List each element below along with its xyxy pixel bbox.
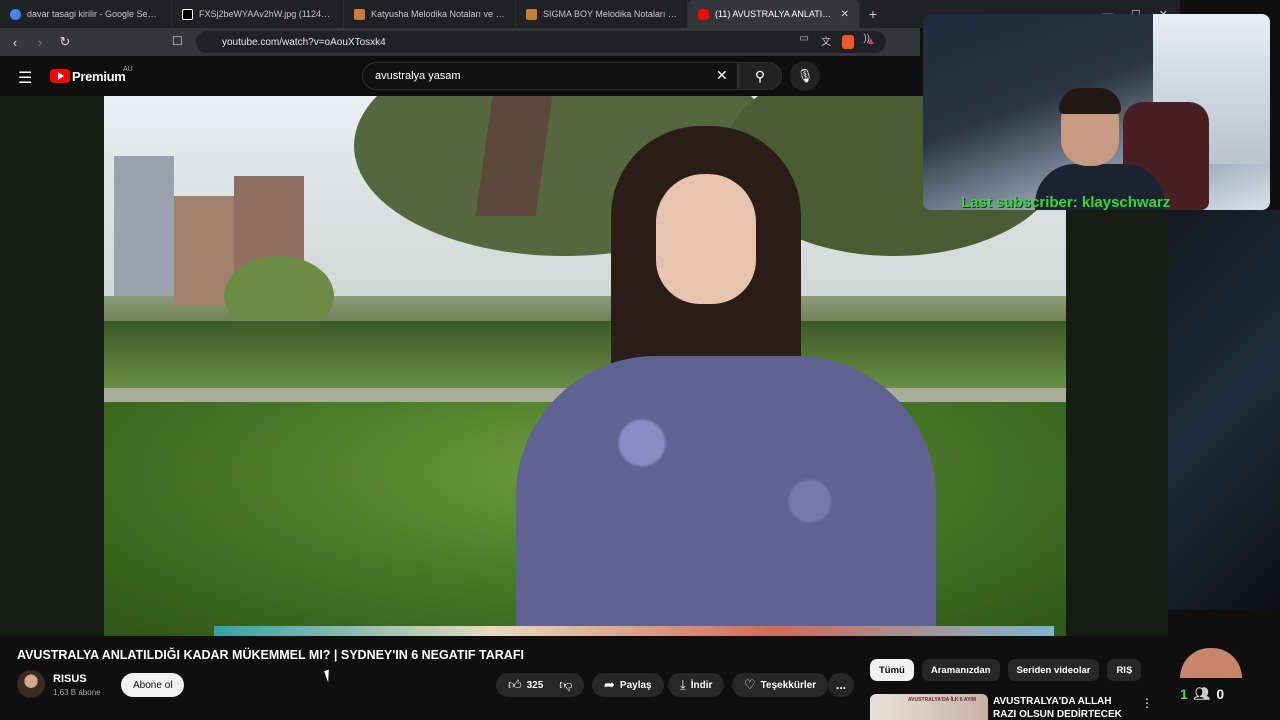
chip-series[interactable]: Seriden videolar: [1007, 659, 1100, 681]
tab-label: (11) AVUSTRALYA ANLATILDIĞ: [715, 9, 835, 19]
voice-search-button[interactable]: 🎙: [790, 61, 820, 91]
tab-label: Katyusha Melodika Notaları ve Çalınış: [371, 9, 505, 19]
counter-value: 1: [1180, 686, 1188, 702]
reload-icon[interactable]: ↻: [55, 34, 75, 50]
people-icon: 👥︎: [1193, 686, 1211, 701]
screen: davar tasagi kirilir - Google Search FXS…: [0, 0, 1280, 720]
webcam-streamer-hair: [1059, 88, 1121, 114]
video-title: AVUSTRALYA ANLATILDIĞI KADAR MÜKEMMEL MI…: [17, 648, 524, 662]
stream-counter: 1 👥︎ 0: [1180, 686, 1224, 702]
thanks-button[interactable]: ♡ Teşekkürler: [732, 673, 829, 697]
presenter-blouse: [516, 356, 936, 636]
clear-search-icon[interactable]: ✕: [716, 67, 728, 84]
chevron-right-icon[interactable]: ›: [1128, 662, 1133, 678]
tab-label: FXSj2beWYAAv2hW.jpg (1124×819): [199, 9, 333, 19]
chip-channel[interactable]: RIS: [1107, 659, 1142, 681]
channel-name[interactable]: RISUS: [53, 673, 87, 685]
youtube-logo-icon[interactable]: [50, 69, 70, 83]
youtube-icon: [698, 8, 709, 20]
subscriber-count: 1,63 B abone: [53, 688, 101, 697]
youtube-brand[interactable]: Premium: [72, 69, 126, 84]
like-dislike-group: 👍︎ 325 👎︎: [496, 673, 584, 697]
microphone-icon: 🎙: [796, 68, 814, 83]
address-bar[interactable]: youtube.com/watch?v=oAouXTosxk4: [196, 31, 886, 53]
recommendation-title[interactable]: AVUSTRALYA'DA ALLAH RAZI OLSUN DEDİRTECE…: [993, 695, 1135, 720]
like-icon[interactable]: 👍︎: [508, 677, 522, 693]
mouse-cursor-icon: [324, 669, 333, 683]
last-subscriber-caption: Last subscriber: klayschwarz: [961, 194, 1171, 210]
music-icon: [526, 8, 537, 20]
chip-from-search[interactable]: Aramanızdan: [921, 659, 1000, 681]
close-tab-icon[interactable]: ✕: [841, 9, 849, 20]
search-icon: ⚲: [754, 67, 766, 84]
google-icon: [10, 8, 21, 20]
thumbnail-text: AVUSTRALYA'DA İLK 6 AYIM: [908, 697, 976, 703]
back-icon[interactable]: ‹: [5, 35, 25, 50]
browser-tab-youtube[interactable]: (11) AVUSTRALYA ANLATILDIĞ ✕: [688, 0, 860, 28]
like-count[interactable]: 325: [527, 680, 544, 691]
browser-tab-x[interactable]: FXSj2beWYAAv2hW.jpg (1124×819): [172, 0, 344, 28]
brave-rewards-icon[interactable]: ▲: [866, 36, 876, 47]
download-button[interactable]: ⤓ İndir: [668, 673, 725, 697]
music-icon: [354, 8, 365, 20]
presenter-face: [656, 174, 756, 304]
forward-icon[interactable]: ›: [30, 35, 50, 50]
youtube-masthead: ☰ Premium AU avustralya yasam ✕ ⚲ 🎙: [0, 56, 924, 96]
tab-label: SIGMA BOY Melodika Notaları ve Çal: [543, 9, 677, 19]
address-bar-actions: ▭ 文 ↗ )): [799, 33, 870, 48]
region-code: AU: [123, 66, 133, 73]
recommendation-thumbnail[interactable]: AVUSTRALYA'DA İLK 6 AYIM: [870, 694, 988, 720]
search-query: avustralya yasam: [375, 70, 461, 82]
more-actions-button[interactable]: ...: [828, 673, 854, 697]
stream-overlay-graphic: [1180, 648, 1242, 678]
chip-all[interactable]: Tümü: [870, 659, 914, 681]
share-button[interactable]: ➦ Paylaş: [592, 673, 664, 697]
address-text: youtube.com/watch?v=oAouXTosxk4: [222, 36, 386, 48]
browser-tab-sigma[interactable]: SIGMA BOY Melodika Notaları ve Çal: [516, 0, 688, 28]
video-building: [114, 156, 174, 296]
thanks-label: Teşekkürler: [760, 679, 817, 691]
search-input[interactable]: avustralya yasam: [362, 62, 738, 90]
cast-icon[interactable]: ▭: [799, 33, 808, 48]
new-tab-button[interactable]: +: [860, 0, 886, 28]
tab-label: davar tasagi kirilir - Google Search: [27, 9, 161, 19]
browser-tab-katyusha[interactable]: Katyusha Melodika Notaları ve Çalınış: [344, 0, 516, 28]
counter-value: 0: [1216, 686, 1225, 702]
translate-icon[interactable]: 文: [821, 33, 831, 48]
browser-tab-google[interactable]: davar tasagi kirilir - Google Search: [0, 0, 172, 28]
heart-dollar-icon: ♡: [744, 677, 756, 692]
recommendation-chips: Tümü Aramanızdan Seriden videolar RIS: [870, 659, 1142, 683]
video-blanket: [214, 626, 1054, 636]
share-label: Paylaş: [619, 679, 652, 691]
download-icon: ⤓: [680, 677, 686, 692]
streamer-webcam: Last subscriber: klayschwarz: [923, 14, 1270, 210]
download-label: İndir: [690, 679, 713, 691]
brave-shield-icon[interactable]: [842, 35, 854, 49]
video-presenter: [516, 126, 936, 636]
browser-toolbar: ‹ › ↻ ☐ youtube.com/watch?v=oAouXTosxk4 …: [0, 28, 920, 56]
video-frame[interactable]: [104, 96, 1066, 636]
stream-background: [1168, 210, 1280, 610]
bookmark-icon[interactable]: ☐: [172, 34, 183, 48]
menu-icon[interactable]: ☰: [18, 68, 32, 88]
share-arrow-icon: ➦: [604, 677, 615, 692]
kebab-menu-icon[interactable]: ⋮: [1141, 696, 1153, 710]
x-icon: [182, 8, 193, 20]
search-button[interactable]: ⚲: [738, 62, 782, 90]
dislike-icon[interactable]: 👎︎: [559, 677, 572, 693]
channel-avatar[interactable]: [17, 670, 45, 698]
subscribe-button[interactable]: Abone ol: [121, 673, 185, 697]
